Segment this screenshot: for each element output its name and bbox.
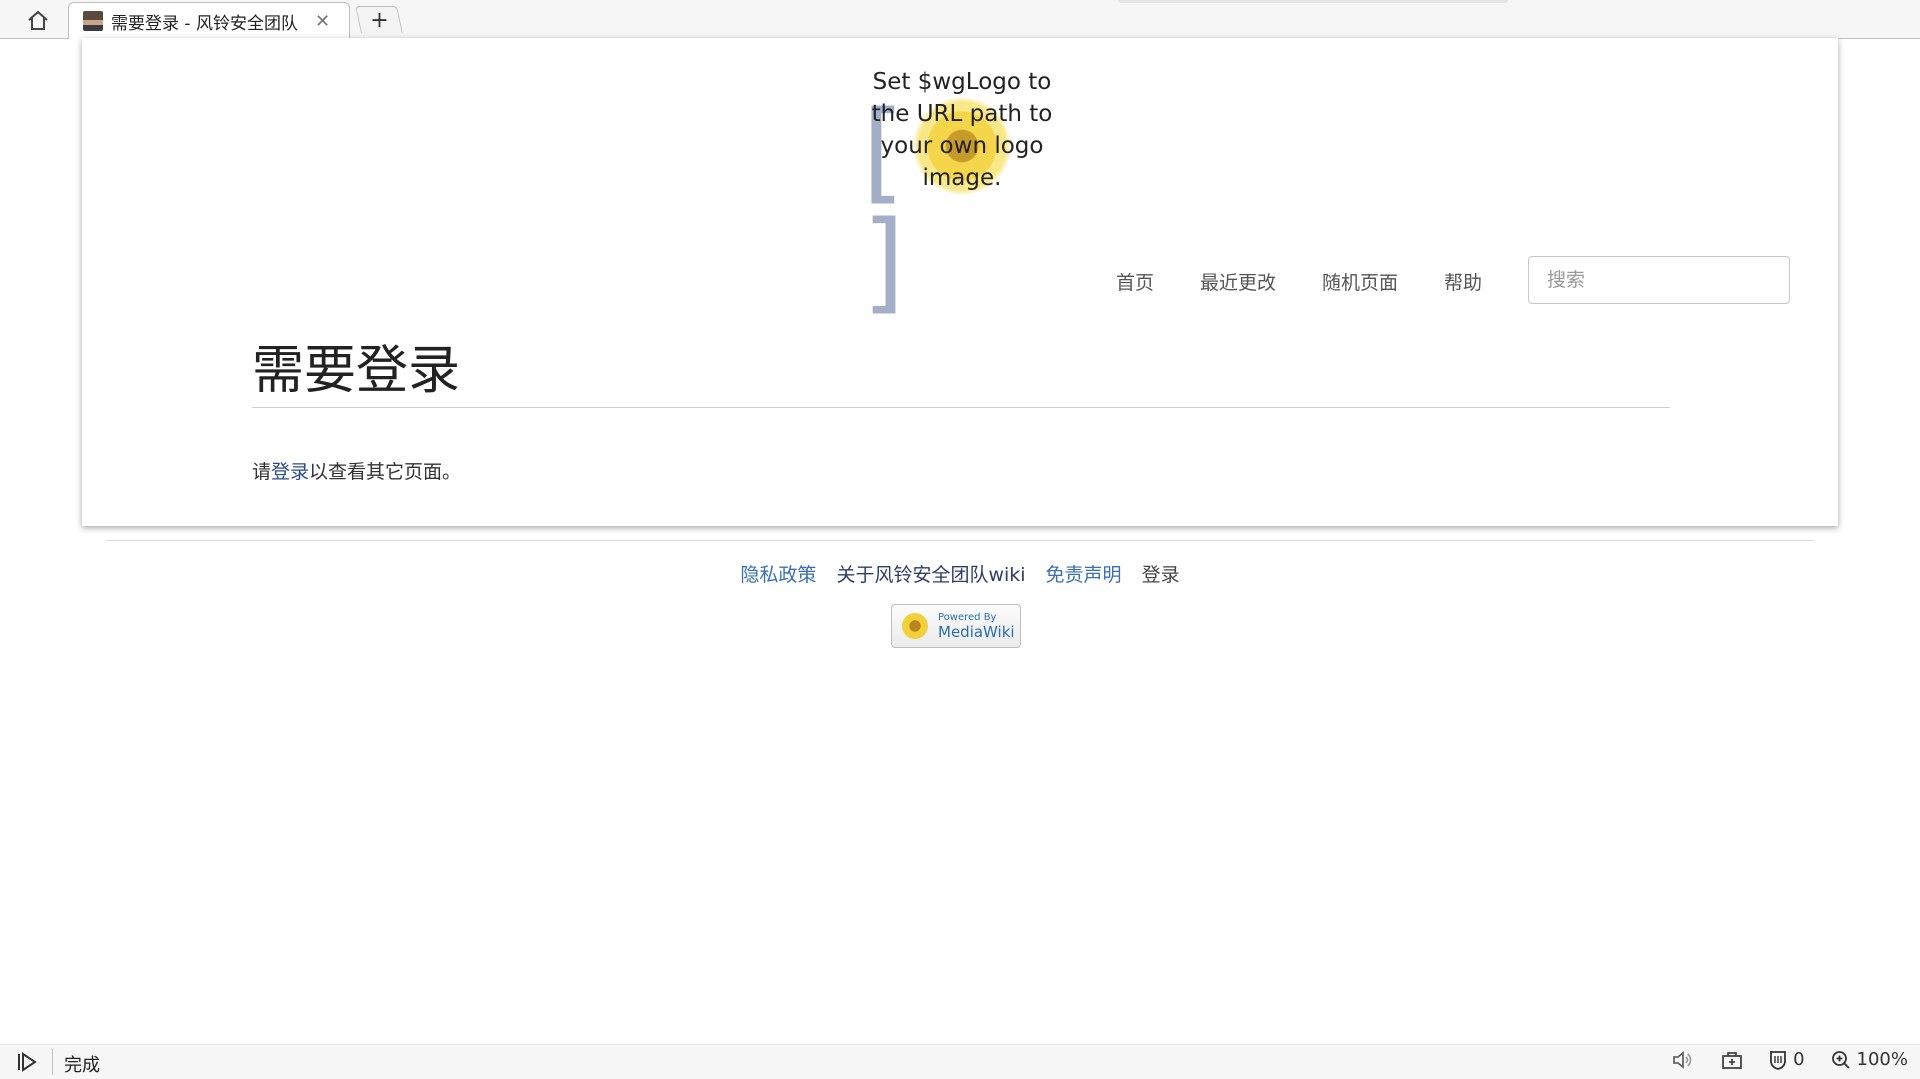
speaker-icon[interactable] — [1671, 1050, 1695, 1070]
notice-suffix: 以查看其它页面。 — [309, 461, 462, 483]
play-icon[interactable] — [14, 1051, 40, 1073]
top-edge-hint — [1118, 0, 1508, 3]
browser-tab-bar: 需要登录 - 风铃安全团队 ✕ + — [0, 0, 1920, 39]
powered-by-mediawiki-badge[interactable]: Powered By MediaWiki — [891, 604, 1021, 648]
blocked-count: 0 — [1793, 1049, 1805, 1070]
site-logo[interactable]: [ ] Set $wgLogo to the URL path to your … — [862, 66, 1062, 316]
powered-by-label: Powered By — [938, 611, 997, 623]
logo-text: Set $wgLogo to the URL path to your own … — [871, 69, 1053, 191]
avatar-favicon-icon — [83, 11, 103, 31]
plus-icon: + — [369, 7, 389, 33]
top-navigation: 首页 最近更改 随机页面 帮助 — [1116, 268, 1482, 295]
page-title: 需要登录 — [252, 341, 461, 401]
nav-random-page[interactable]: 随机页面 — [1322, 268, 1398, 295]
status-text: 完成 — [64, 1055, 100, 1076]
adblock-indicator[interactable]: 0 — [1769, 1049, 1805, 1070]
new-tab-button[interactable]: + — [355, 6, 403, 33]
search-input[interactable] — [1528, 256, 1790, 304]
toolbox-icon[interactable] — [1721, 1050, 1743, 1070]
nav-recent-changes[interactable]: 最近更改 — [1200, 268, 1276, 295]
browser-tab[interactable]: 需要登录 - 风铃安全团队 ✕ — [68, 2, 350, 39]
close-icon[interactable]: ✕ — [315, 11, 330, 32]
status-right-tools: 0 100% — [1671, 1049, 1908, 1070]
mediawiki-label: MediaWiki — [938, 622, 1015, 641]
zoom-in-icon — [1831, 1050, 1850, 1069]
content-card: [ ] Set $wgLogo to the URL path to your … — [82, 38, 1838, 526]
powered-text: Powered By MediaWiki — [938, 611, 1015, 641]
title-divider — [252, 407, 1670, 408]
nav-help[interactable]: 帮助 — [1444, 268, 1482, 295]
footer-login-link[interactable]: 登录 — [1142, 560, 1180, 587]
footer-privacy-link[interactable]: 隐私政策 — [740, 560, 816, 587]
nav-home[interactable]: 首页 — [1116, 268, 1154, 295]
mediawiki-logo-icon — [902, 613, 928, 639]
home-icon[interactable] — [20, 6, 56, 34]
login-link[interactable]: 登录 — [271, 461, 309, 483]
footer-about-link[interactable]: 关于风铃安全团队wiki — [836, 560, 1025, 587]
zoom-control[interactable]: 100% — [1831, 1049, 1908, 1070]
footer-divider — [106, 540, 1814, 541]
status-separator — [52, 1049, 53, 1075]
footer-disclaimer-link[interactable]: 免责声明 — [1046, 560, 1122, 587]
tab-title: 需要登录 - 风铃安全团队 — [111, 13, 298, 34]
footer-links: 隐私政策 关于风铃安全团队wiki 免责声明 登录 — [0, 560, 1920, 587]
shield-icon — [1770, 1050, 1786, 1070]
browser-status-bar: 完成 0 100% — [0, 1044, 1920, 1079]
zoom-level: 100% — [1856, 1049, 1908, 1070]
login-notice: 请登录以查看其它页面。 — [252, 457, 461, 484]
notice-prefix: 请 — [252, 461, 272, 483]
